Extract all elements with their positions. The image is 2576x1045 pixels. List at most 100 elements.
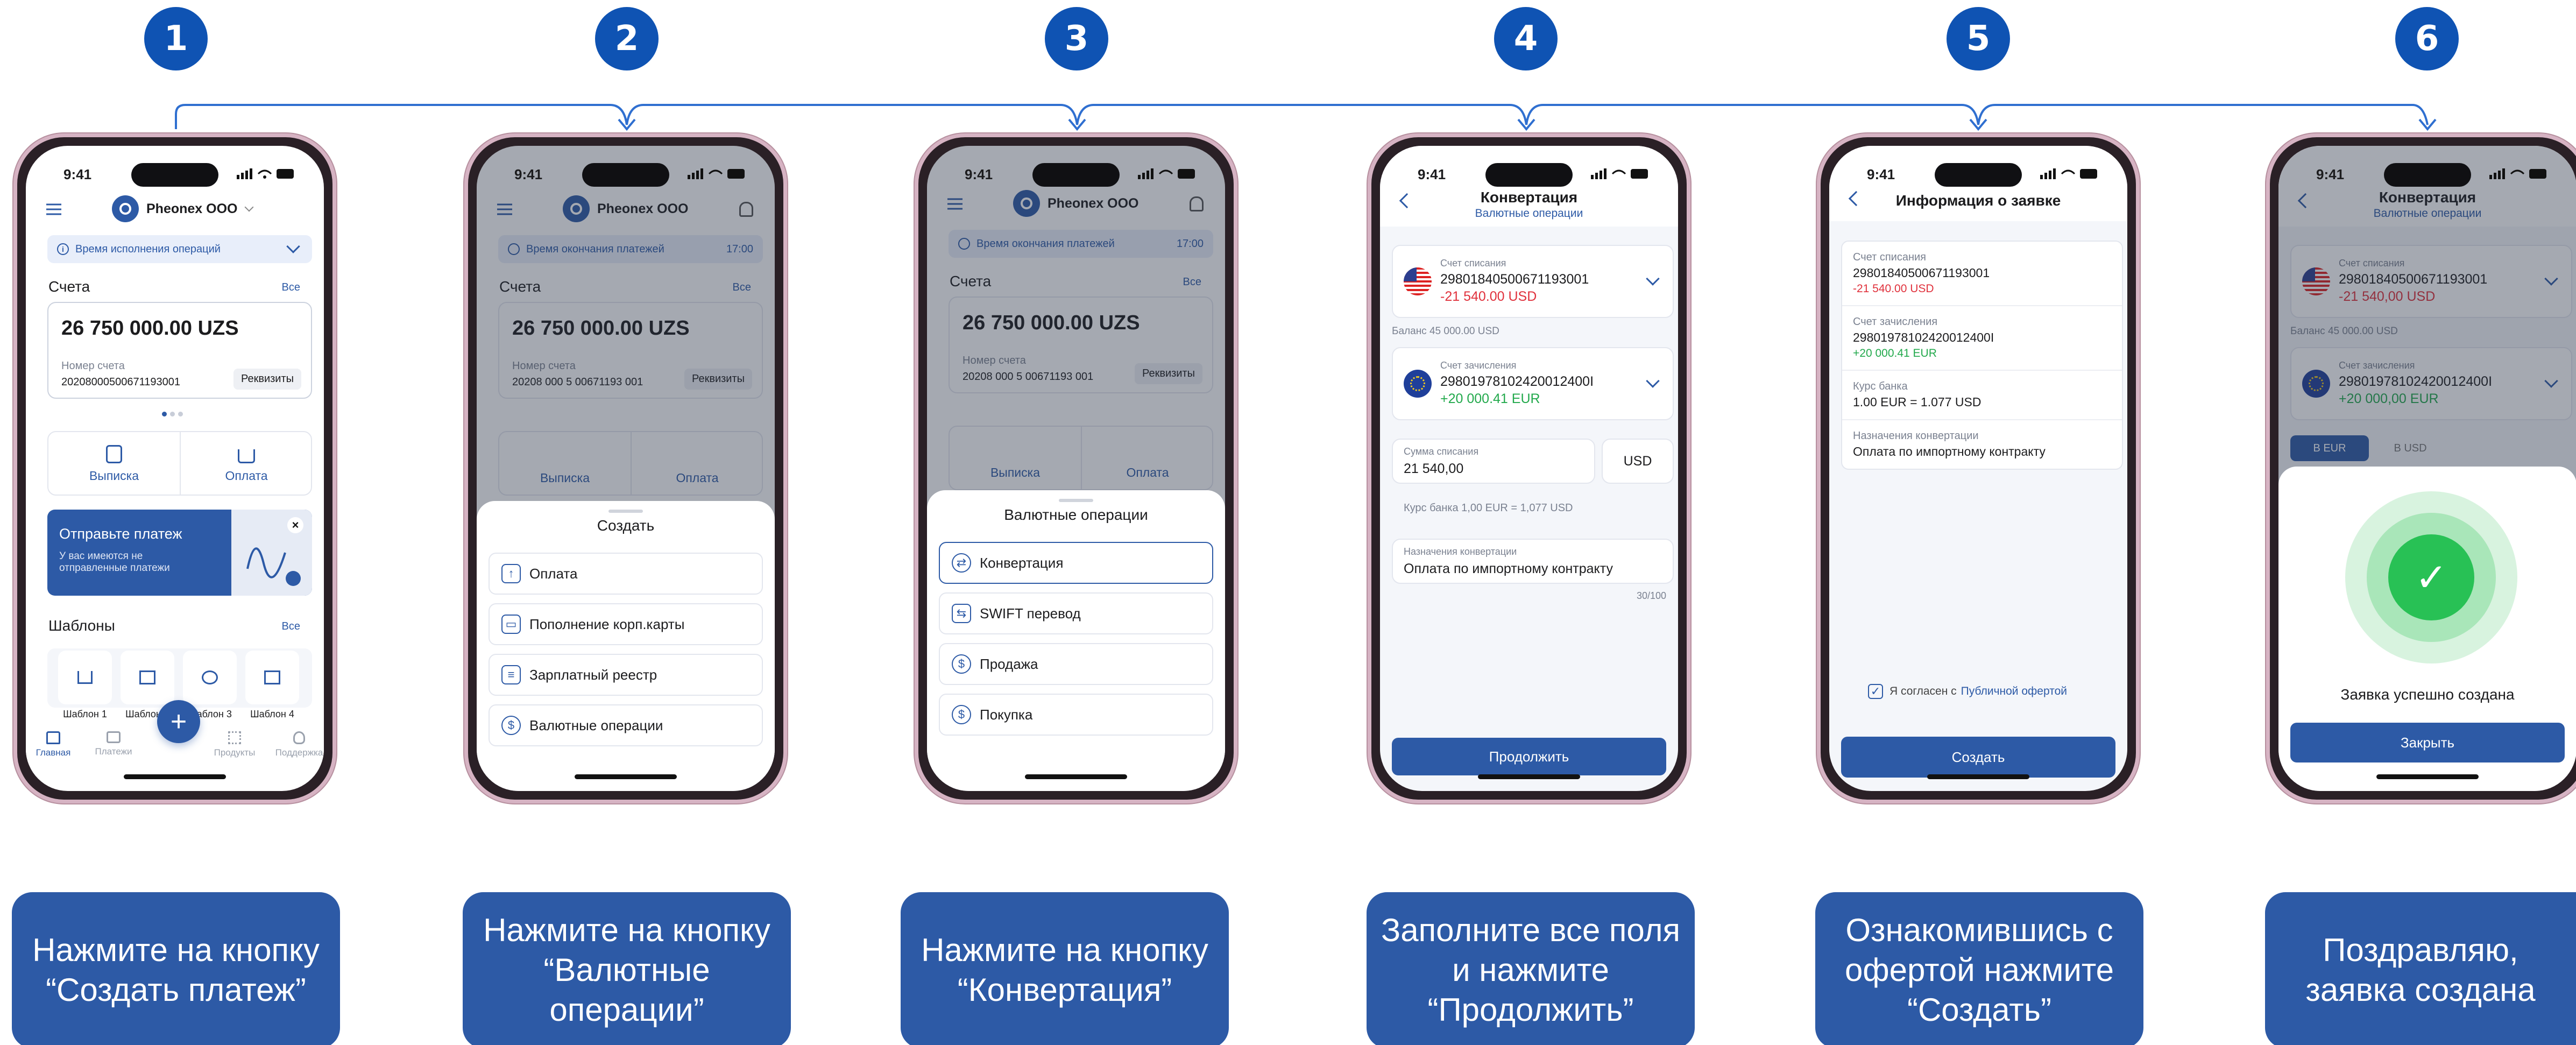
chevron-down-icon [1646, 374, 1660, 388]
option-label: Валютные операции [529, 717, 663, 733]
currency-option-sell[interactable]: $ Продажа [939, 643, 1213, 685]
chevron-down-icon [286, 239, 300, 253]
option-label: Конвертация [980, 554, 1064, 571]
statement-icon [106, 445, 122, 463]
phone-create: 9:41 Pheonex OOO Время окончания платеже… [464, 133, 787, 803]
home-indicator [1927, 774, 2029, 779]
currency-code: USD [1623, 453, 1652, 469]
statement-button[interactable]: Выписка [48, 432, 181, 495]
home-screen: 9:41 Pheonex OOO i Время исполнения опер… [26, 146, 324, 791]
nav-support[interactable]: Поддержка [272, 731, 324, 758]
status-icons [1591, 168, 1648, 179]
status-icons [2040, 168, 2097, 179]
credit-account: 29801978102420012400I [1440, 374, 1594, 389]
create-option-salary[interactable]: ≡ Зарплатный реестр [489, 654, 763, 696]
notice-bar[interactable]: i Время исполнения операций [47, 235, 312, 263]
currency-option-swift[interactable]: ⇆ SWIFT перевод [939, 592, 1213, 634]
info-icon: i [57, 243, 69, 255]
bank-icon [139, 670, 155, 684]
payment-button[interactable]: Оплата [181, 432, 312, 495]
create-button[interactable]: Создать [1841, 737, 2115, 778]
create-payment-button[interactable]: + [157, 700, 200, 743]
swift-icon: ⇆ [952, 604, 971, 623]
exchange-icon: ⇄ [952, 553, 971, 573]
promo-banner[interactable]: Отправьте платеж У вас имеются не отправ… [47, 510, 312, 596]
currency-option-conversion[interactable]: ⇄ Конвертация [939, 542, 1213, 584]
currency-option-buy[interactable]: $ Покупка [939, 694, 1213, 736]
rate-value: 1.00 EUR = 1.077 USD [1853, 395, 1981, 409]
template-item[interactable]: Шаблон 1 [56, 651, 114, 720]
sheet-title: Создать [597, 517, 655, 534]
home-indicator [2376, 774, 2479, 779]
screen-title: Конвертация [1480, 189, 1578, 206]
dynamic-island [582, 163, 669, 187]
close-button[interactable]: Закрыть [2290, 723, 2565, 762]
purpose-block: Назначения конвертации Оплата по импортно… [1842, 420, 2122, 469]
amount-field[interactable]: Сумма списания 21 540,00 [1392, 439, 1595, 484]
credit-account-select[interactable]: Счет зачисления 29801978102420012400I +2… [1392, 347, 1674, 420]
quick-actions: Выписка Оплата [47, 431, 312, 496]
amount-value: 21 540,00 [1404, 461, 1464, 476]
create-option-card-topup[interactable]: ▭ Пополнение корп.карты [489, 603, 763, 645]
create-option-payment[interactable]: ↑ Оплата [489, 553, 763, 595]
char-counter: 30/100 [1636, 590, 1666, 601]
nav-home-label: Главная [36, 747, 71, 758]
sell-icon: $ [952, 654, 971, 674]
template-item[interactable]: Шаблон 4 [243, 651, 301, 720]
account-number: 20208000500671193001 [61, 376, 180, 388]
credit-label: Счет зачисления [1440, 360, 1517, 371]
menu-icon[interactable] [46, 203, 61, 216]
nav-products-label: Продукты [214, 747, 256, 758]
home-indicator [575, 774, 677, 779]
public-offer-link[interactable]: Публичной офертой [1961, 685, 2067, 698]
accounts-all-link[interactable]: Все [282, 281, 300, 294]
nav-products[interactable]: Продукты [213, 731, 256, 758]
currency-select[interactable]: USD [1602, 439, 1674, 484]
account-number-label: Номер счета [61, 360, 125, 372]
purpose-field[interactable]: Назначения конвертации Оплата по импортн… [1392, 539, 1674, 584]
create-option-currency[interactable]: $ Валютные операции [489, 704, 763, 746]
currency-ops-sheet: Валютные операции ⇄ Конвертация ⇆ SWIFT пе… [927, 490, 1225, 791]
sheet-handle[interactable] [608, 510, 643, 513]
details-button[interactable]: Реквизиты [233, 369, 301, 390]
nav-home[interactable]: Главная [34, 731, 72, 758]
sheet-title: Валютные операции [1004, 506, 1148, 523]
continue-button[interactable]: Продолжить [1392, 738, 1666, 775]
option-label: SWIFT перевод [980, 605, 1081, 622]
phone-icon [293, 731, 305, 744]
conversion-screen: 9:41 Конвертация Валютные операции Счет с… [1380, 146, 1678, 791]
phone-home: 9:41 Pheonex OOO i Время исполнения опер… [13, 133, 336, 803]
status-time: 9:41 [1867, 166, 1895, 182]
flow-connector [175, 104, 2437, 131]
templates-all-link[interactable]: Все [282, 620, 300, 633]
home-indicator [1478, 774, 1580, 779]
network-icon [202, 670, 218, 684]
company-switcher[interactable]: Pheonex OOO [112, 195, 254, 222]
status-icons [1138, 168, 1195, 179]
nav-payments-label: Платежи [95, 746, 132, 757]
status-icons [237, 168, 294, 179]
currency-ops-screen: 9:41 Pheonex OOO Время окончания платеже… [927, 146, 1225, 791]
notice-text: Время исполнения операций [75, 243, 221, 255]
payment-label: Оплата [225, 469, 268, 483]
nav-payments[interactable]: Платежи [95, 731, 132, 757]
close-icon[interactable]: × [287, 517, 303, 533]
step-caption-5: Ознакомившись с офертой нажмите “Создать… [1815, 892, 2143, 1045]
company-logo [112, 195, 139, 222]
sheet-handle[interactable] [1059, 499, 1093, 502]
status-time: 9:41 [2316, 166, 2345, 182]
status-time: 9:41 [514, 166, 543, 182]
chevron-down-icon [1646, 272, 1660, 286]
promo-title: Отправьте платеж [59, 526, 182, 542]
debit-account-select[interactable]: Счет списания 29801840500671193001 -21 5… [1392, 245, 1674, 318]
phone-currency-ops: 9:41 Pheonex OOO Время окончания платеже… [915, 133, 1237, 803]
debit-amount: -21 540.00 USD [1853, 283, 1934, 295]
account-card[interactable]: 26 750 000.00 UZS Номер счета 2020800050… [47, 302, 312, 399]
credit-label: Счет зачисления [1853, 316, 1938, 328]
option-label: Оплата [529, 565, 578, 582]
agree-checkbox[interactable]: ✓ [1868, 684, 1883, 699]
us-flag-icon [1404, 267, 1432, 295]
wallet-icon [107, 731, 121, 743]
templates-title: Шаблоны [48, 617, 115, 634]
success-sheet: ✓ Заявка успешно создана Закрыть [2278, 467, 2576, 791]
